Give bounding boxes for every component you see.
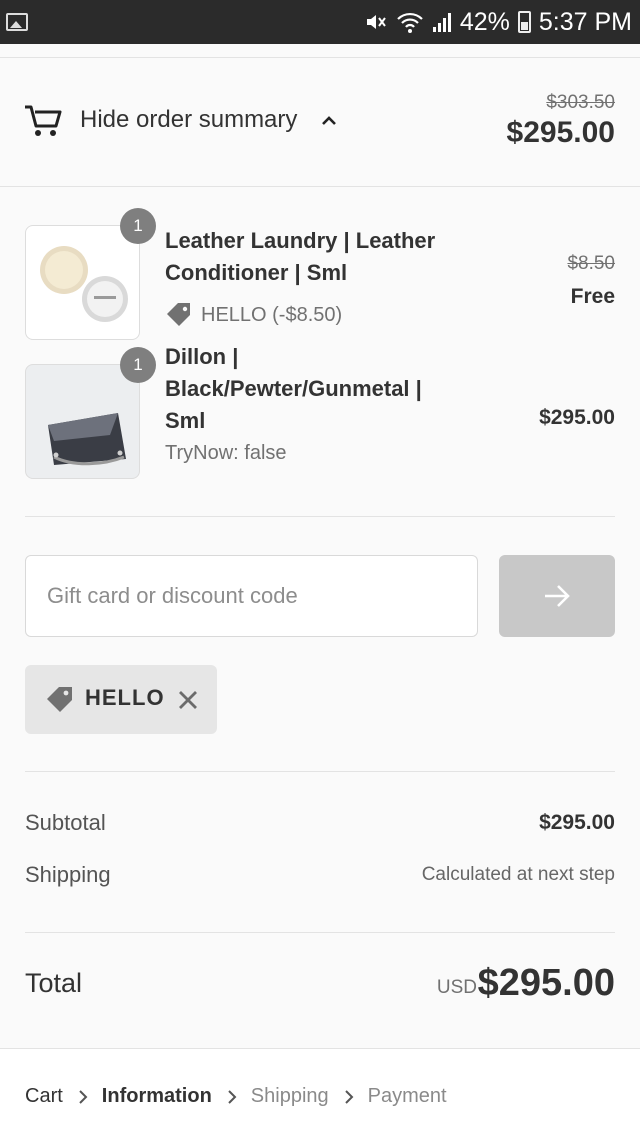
arrow-right-icon <box>545 585 570 607</box>
subtotal-value: $295.00 <box>539 811 615 834</box>
cart-icon <box>25 105 62 136</box>
signal-icon <box>432 13 451 32</box>
wifi-icon <box>397 12 423 33</box>
applied-discount-chip: HELLO <box>25 665 217 734</box>
chevron-right-icon <box>79 1089 88 1104</box>
breadcrumb-payment: Payment <box>367 1085 447 1107</box>
product-thumbnail: 1 <box>25 347 156 479</box>
item-price: $295.00 <box>539 406 615 429</box>
conditioner-tins-image <box>40 246 128 322</box>
product-name: Leather Laundry | Leather Conditioner | … <box>165 228 436 285</box>
discount-text: HELLO (-$8.50) <box>201 303 343 326</box>
battery-percent: 42% <box>459 7 510 36</box>
breadcrumb: Cart Information Shipping Payment <box>0 1048 640 1138</box>
total-label: Total <box>25 968 83 998</box>
product-name: Dillon | Black/Pewter/Gunmetal | Sml <box>165 344 422 433</box>
divider <box>25 932 615 933</box>
divider <box>25 516 615 517</box>
subtotal-label: Subtotal <box>25 810 106 835</box>
shipping-label: Shipping <box>25 862 111 887</box>
order-summary-toggle[interactable]: Hide order summary $303.50 $295.00 <box>0 57 640 187</box>
status-icons: 42% 5:37 PM <box>364 6 632 38</box>
battery-icon <box>517 11 531 33</box>
item-price: Free <box>570 285 615 308</box>
toggle-label: Hide order summary <box>80 106 298 133</box>
quantity-badge: 1 <box>120 208 156 244</box>
item-property: TryNow: false <box>165 442 287 464</box>
apply-discount-button[interactable] <box>499 555 615 637</box>
divider <box>25 771 615 772</box>
line-item: 1 Dillon | Black/Pewter/Gunmetal | Sml T… <box>25 344 615 484</box>
breadcrumb-information: Information <box>101 1085 212 1107</box>
breadcrumb-shipping: Shipping <box>250 1085 329 1107</box>
applied-code: HELLO <box>85 685 165 710</box>
product-thumbnail: 1 <box>25 208 156 340</box>
total-value: $295.00 <box>477 962 615 1004</box>
discount-code-input[interactable] <box>25 555 478 637</box>
item-original-price: $8.50 <box>567 253 615 274</box>
tag-icon <box>47 687 72 712</box>
chevron-right-icon <box>344 1089 354 1104</box>
original-total: $303.50 <box>546 92 615 113</box>
shipping-value: Calculated at next step <box>421 864 615 885</box>
line-item: 1 Leather Laundry | Leather Conditioner … <box>25 208 615 345</box>
status-bar: 42% 5:37 PM <box>0 0 640 44</box>
close-icon[interactable] <box>176 688 200 712</box>
summary-total: $295.00 <box>506 116 615 149</box>
mute-icon <box>366 15 386 29</box>
chevron-up-icon <box>322 116 336 125</box>
item-discount: HELLO (-$8.50) <box>165 301 342 329</box>
breadcrumb-cart[interactable]: Cart <box>25 1085 63 1108</box>
clutch-bag-image <box>48 413 126 466</box>
quantity-badge: 1 <box>120 347 156 383</box>
tag-icon <box>167 303 190 326</box>
currency-code: USD <box>436 977 477 998</box>
clock: 5:37 PM <box>538 7 632 36</box>
chevron-right-icon <box>228 1089 237 1104</box>
gallery-icon <box>6 13 28 31</box>
